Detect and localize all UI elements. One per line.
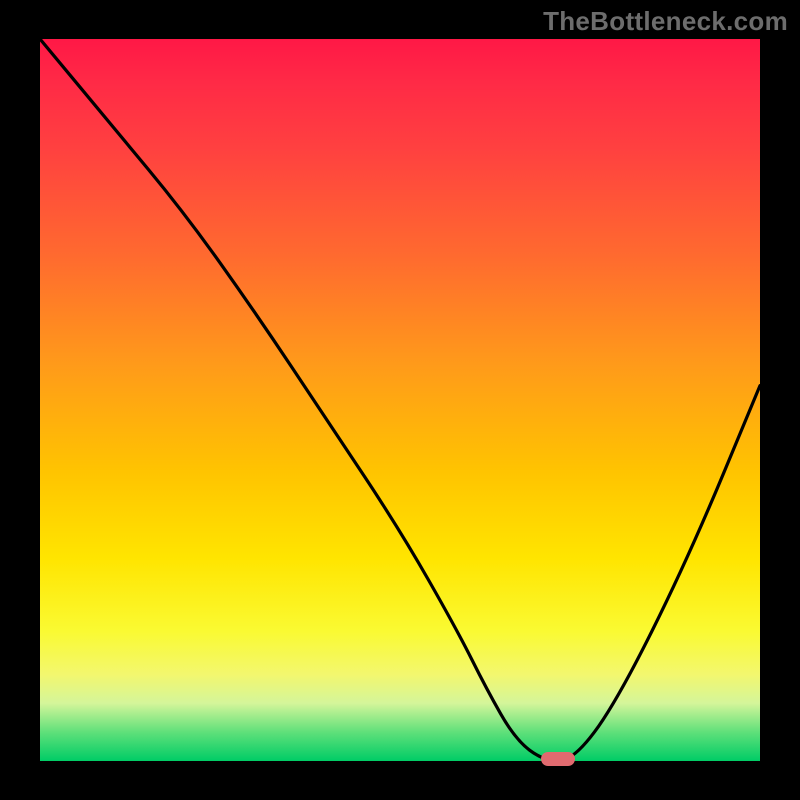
bottleneck-curve xyxy=(40,39,760,761)
plot-area xyxy=(40,39,760,761)
optimal-marker xyxy=(541,752,575,766)
curve-path xyxy=(40,39,760,761)
watermark-text: TheBottleneck.com xyxy=(543,6,788,37)
chart-frame: TheBottleneck.com xyxy=(0,0,800,800)
